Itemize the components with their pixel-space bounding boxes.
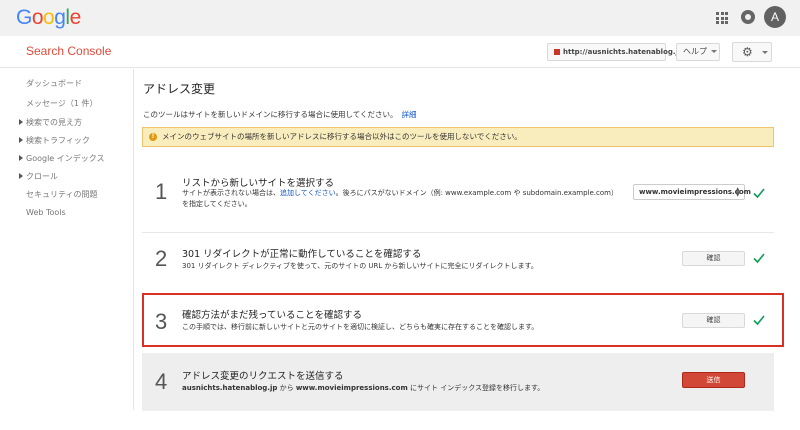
step-description: サイトが表示されない場合は、追加してください。後ろにパスがないドメイン（例: w…	[182, 188, 618, 210]
apps-icon[interactable]	[716, 12, 728, 24]
avatar[interactable]: A	[764, 6, 786, 28]
sidebar-item-messages[interactable]: メッセージ（1 件）	[26, 98, 97, 109]
verify-redirect-button[interactable]: 確認	[682, 251, 745, 266]
check-icon	[753, 315, 765, 326]
divider	[142, 232, 774, 233]
top-bar: Google A	[0, 0, 800, 36]
step-number: 1	[155, 179, 168, 204]
new-site: www.movieimpressions.com	[295, 384, 408, 392]
warning-banner: ! メインのウェブサイトの場所を新しいアドレスに移行する場合以外はこのツールを使…	[142, 127, 774, 147]
intro-message: このツールはサイトを新しいドメインに移行する場合に使用してください。	[143, 110, 398, 119]
sidebar-item-google-index[interactable]: Google インデックス	[19, 153, 105, 164]
sidebar-item-security-issues[interactable]: セキュリティの問題	[26, 189, 98, 200]
site-selector[interactable]: http://ausnichts.hatenablog.jp/	[547, 43, 696, 61]
add-site-link[interactable]: 追加してください	[280, 189, 336, 197]
product-title[interactable]: Search Console	[26, 44, 111, 58]
step-desc-part: から	[277, 384, 296, 392]
submit-button[interactable]: 送信	[682, 372, 745, 388]
warning-icon: !	[149, 133, 157, 141]
check-icon	[753, 188, 765, 199]
select-arrows-icon: ▲ ▼	[735, 186, 740, 198]
sidebar-item-search-appearance[interactable]: 検索での見え方	[19, 117, 82, 128]
learn-more-link[interactable]: 詳細	[402, 110, 417, 119]
old-site: ausnichts.hatenablog.jp	[182, 384, 278, 392]
check-icon	[753, 253, 765, 264]
step-title: 301 リダイレクトが正常に動作していることを確認する	[182, 249, 422, 260]
notifications-icon[interactable]	[741, 10, 755, 24]
step-3: 3 確認方法がまだ残っていることを確認する この手順では、移行前に新しいサイトと…	[142, 296, 774, 346]
step-number: 4	[155, 369, 168, 394]
verify-methods-button[interactable]: 確認	[682, 313, 745, 328]
site-selector-label: http://ausnichts.hatenablog.jp/	[563, 48, 686, 56]
step-desc-part: にサイト インデックス登録を移行します。	[407, 384, 545, 392]
sidebar-item-search-traffic[interactable]: 検索トラフィック	[19, 135, 90, 146]
warning-text: メインのウェブサイトの場所を新しいアドレスに移行する場合以外はこのツールを使用し…	[162, 132, 522, 141]
sidebar-item-web-tools[interactable]: Web Tools	[26, 208, 66, 217]
step-description: 301 リダイレクト ディレクティブを使って、元のサイトの URL から新しいサ…	[182, 262, 538, 270]
site-favicon-icon	[554, 49, 560, 55]
step-title: アドレス変更のリクエストを送信する	[182, 371, 344, 382]
step-number: 2	[155, 246, 168, 271]
step-4: 4 アドレス変更のリクエストを送信する ausnichts.hatenablog…	[142, 353, 774, 411]
help-label: ヘルプ	[683, 47, 707, 56]
sidebar-item-crawl[interactable]: クロール	[19, 171, 58, 182]
step-1: 1 リストから新しいサイトを選択する サイトが表示されない場合は、追加してくださ…	[142, 166, 774, 226]
step-desc-part: 。後ろにパスがないドメイン（例: www.example.com や subdo…	[335, 189, 618, 197]
new-site-select[interactable]: www.movieimpressions.com ▲ ▼	[633, 184, 751, 200]
sidebar-item-dashboard[interactable]: ダッシュボード	[26, 78, 82, 89]
gear-icon: ⚙	[742, 45, 753, 59]
help-menu-button[interactable]: ヘルプ	[676, 43, 720, 61]
chevron-down-icon	[711, 50, 717, 53]
step-2: 2 301 リダイレクトが正常に動作していることを確認する 301 リダイレクト…	[142, 236, 774, 286]
page-title: アドレス変更	[143, 82, 216, 96]
step-desc-part: を指定してください。	[182, 200, 252, 208]
step-number: 3	[155, 309, 168, 334]
step-description: この手順では、移行前に新しいサイトと元のサイトを適切に検証し、どちらも確実に存在…	[182, 323, 539, 331]
intro-text: このツールはサイトを新しいドメインに移行する場合に使用してください。 詳細	[143, 109, 417, 120]
chevron-down-icon	[762, 51, 768, 54]
step-title: リストから新しいサイトを選択する	[182, 178, 335, 189]
step-desc-part: サイトが表示されない場合は、	[182, 189, 280, 197]
step-title: 確認方法がまだ残っていることを確認する	[182, 310, 363, 321]
settings-button[interactable]: ⚙	[732, 42, 772, 62]
google-logo[interactable]: Google	[16, 6, 81, 30]
new-site-select-value: www.movieimpressions.com	[639, 188, 751, 196]
step-description: ausnichts.hatenablog.jp から www.movieimpr…	[182, 383, 544, 394]
